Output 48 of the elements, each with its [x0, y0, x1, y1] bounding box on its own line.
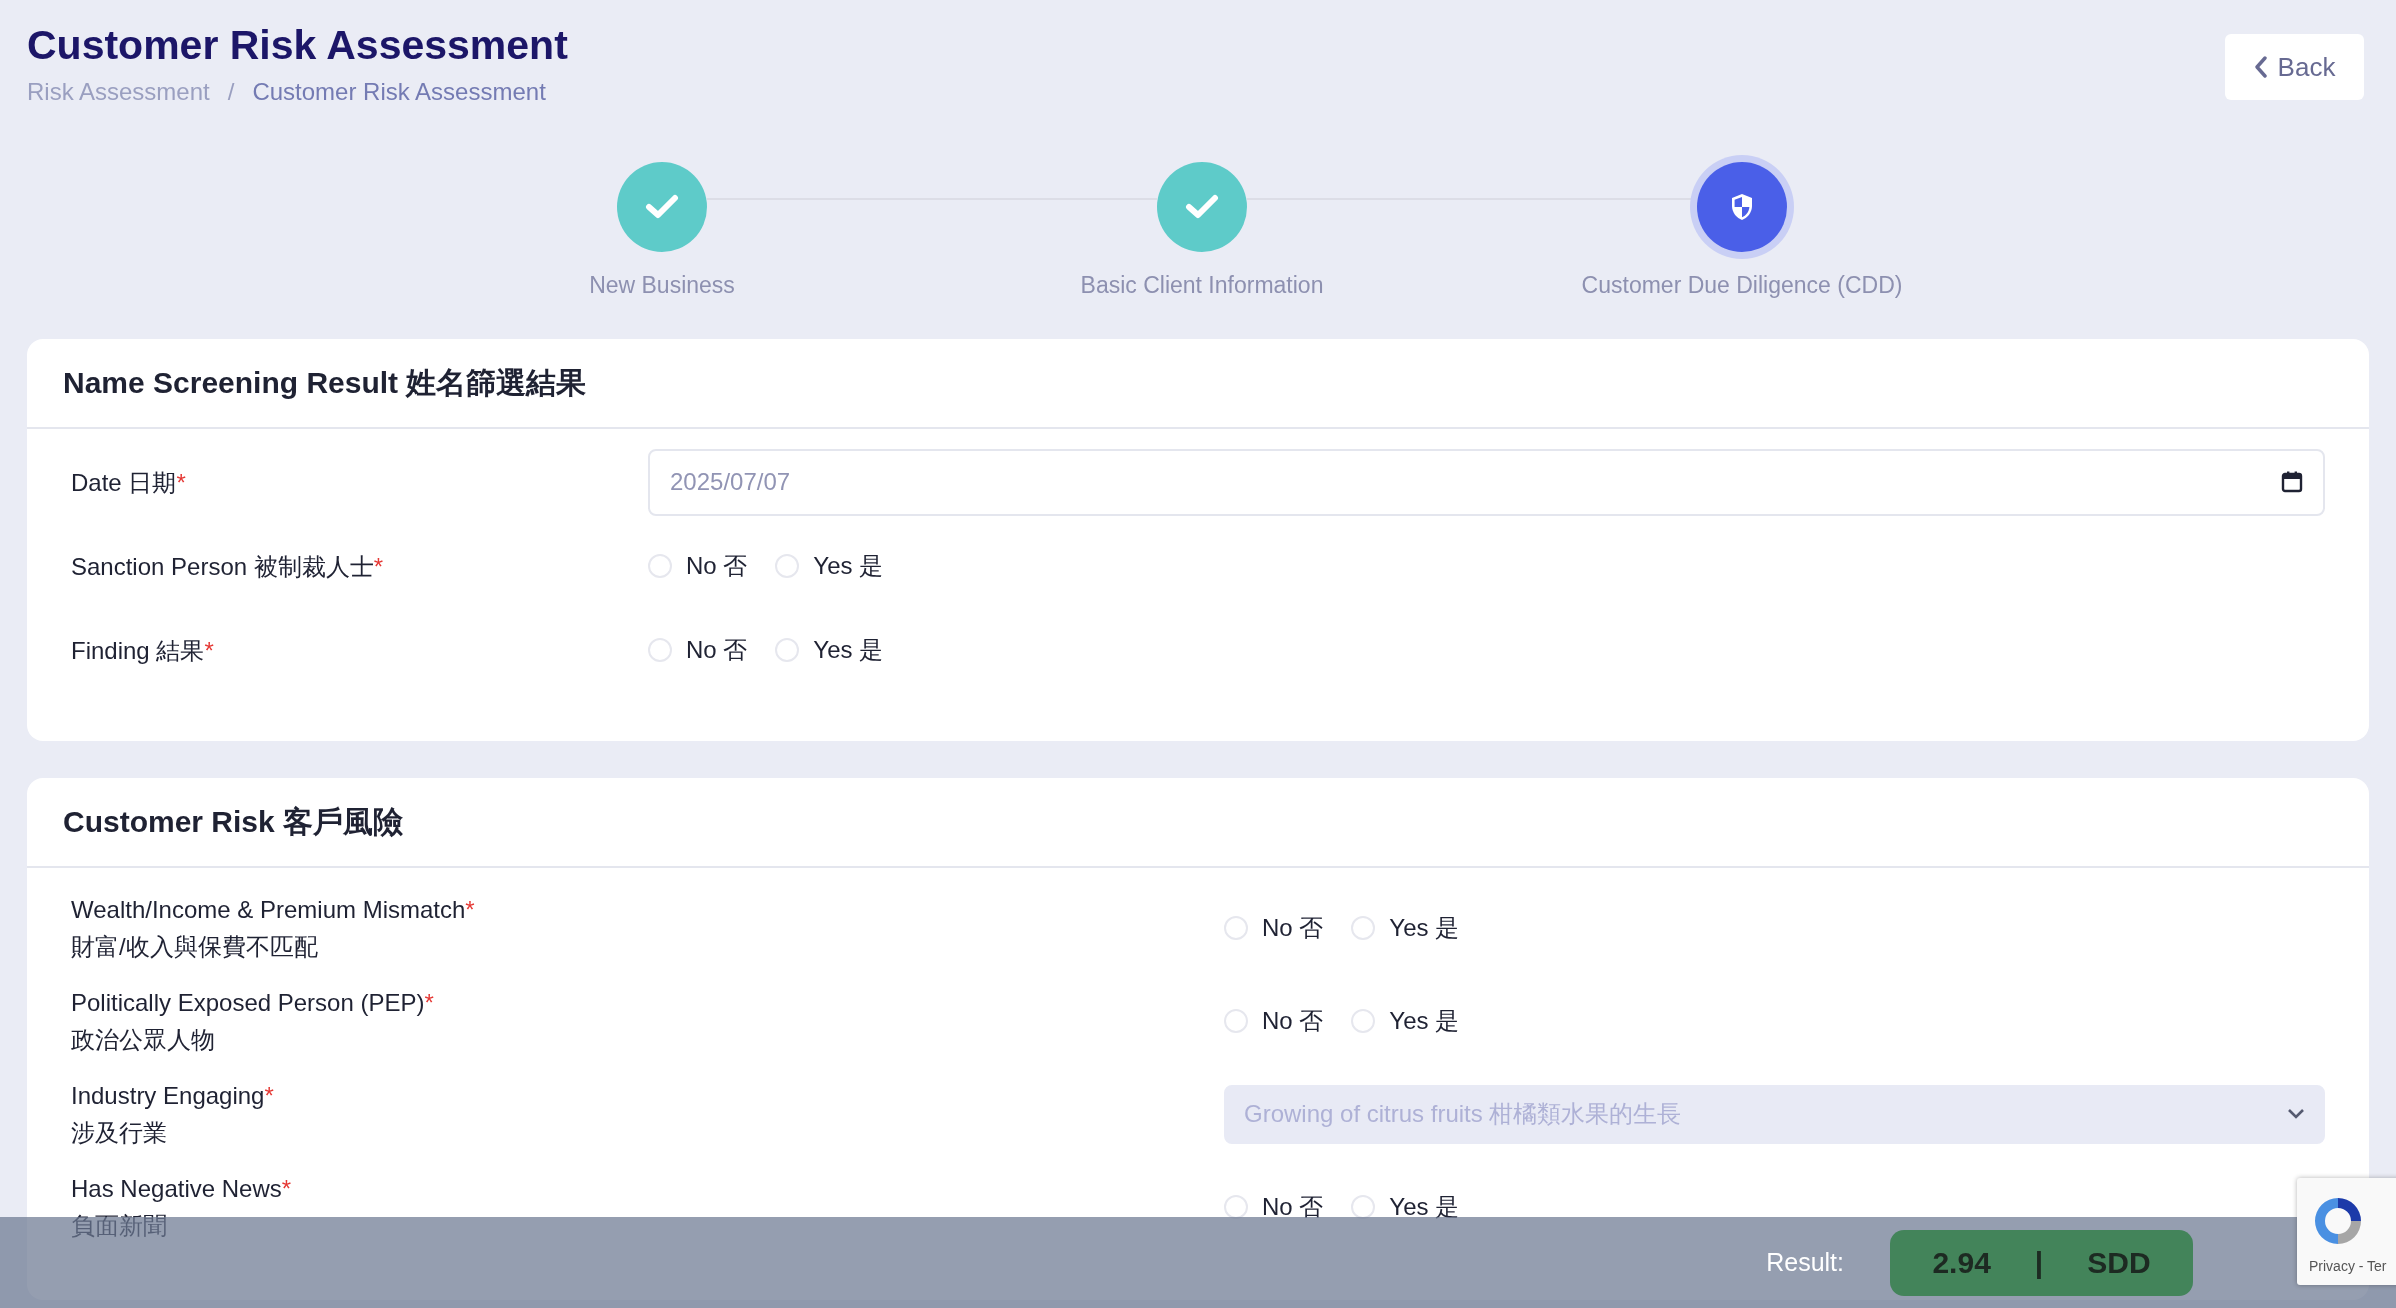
radio-option[interactable]: No 否 [1224, 912, 1324, 944]
radio-option[interactable]: No 否 [648, 550, 748, 582]
radio-button[interactable] [648, 554, 672, 578]
radio-button[interactable] [1224, 1009, 1248, 1033]
field-label: Has Negative News* [71, 1174, 293, 1204]
step-label: Basic Client Information [1080, 272, 1324, 299]
result-score: 2.94 [1932, 1245, 1991, 1280]
field-label: Wealth/Income & Premium Mismatch* [71, 895, 476, 925]
result-divider: | [2034, 1245, 2044, 1280]
step-label: Customer Due Diligence (CDD) [1581, 272, 1903, 299]
radio-option[interactable]: Yes 是 [1351, 912, 1460, 944]
result-label: Result: [1766, 1248, 1844, 1277]
field-label: Finding 結果* [71, 635, 215, 666]
radio-button[interactable] [648, 638, 672, 662]
page-title: Customer Risk Assessment [27, 21, 568, 70]
field-label: Industry Engaging* [71, 1081, 275, 1111]
field-label: Politically Exposed Person (PEP)* [71, 988, 435, 1018]
calendar-icon [2281, 471, 2303, 493]
breadcrumb-separator: / [227, 78, 235, 106]
section-title: Customer Risk 客戶風險 [27, 778, 2369, 868]
section-title: Name Screening Result 姓名篩選結果 [27, 339, 2369, 429]
radio-option[interactable]: No 否 [648, 634, 748, 666]
radio-button[interactable] [1351, 1195, 1376, 1219]
radio-option[interactable]: No 否 [1224, 1005, 1324, 1037]
back-button[interactable]: Back [2225, 34, 2364, 100]
field-label: Date 日期* [71, 467, 187, 498]
shield-icon [1730, 193, 1754, 221]
privacy-link[interactable]: Privacy - Ter [2309, 1258, 2387, 1274]
chevron-left-icon [2253, 56, 2268, 78]
field-sublabel: 政治公眾人物 [71, 1025, 216, 1055]
radio-button[interactable] [775, 554, 800, 578]
field-sublabel: 財富/收入與保費不匹配 [71, 932, 319, 962]
radio-button[interactable] [1351, 1009, 1376, 1033]
result-grade: SDD [2087, 1245, 2151, 1280]
radio-option[interactable]: Yes 是 [1351, 1005, 1460, 1037]
radio-button[interactable] [1224, 916, 1248, 940]
radio-option[interactable]: Yes 是 [775, 634, 884, 666]
radio-option[interactable]: Yes 是 [775, 550, 884, 582]
field-sublabel: 負面新聞 [71, 1211, 168, 1241]
step-label: New Business [589, 272, 735, 299]
radio-button[interactable] [1351, 916, 1376, 940]
check-icon [1185, 194, 1219, 220]
radio-button[interactable] [1224, 1195, 1248, 1219]
radio-button[interactable] [775, 638, 800, 662]
check-icon [645, 194, 679, 220]
field-label: Sanction Person 被制裁人士* [71, 551, 385, 582]
field-sublabel: 涉及行業 [71, 1118, 168, 1148]
chevron-down-icon [2287, 1108, 2305, 1120]
